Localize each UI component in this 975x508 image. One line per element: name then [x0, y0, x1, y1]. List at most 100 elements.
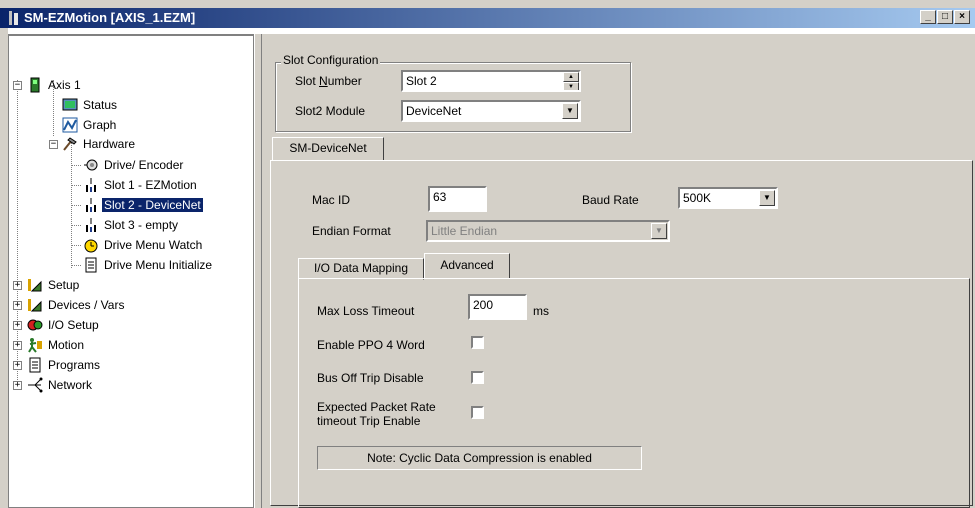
spin-up-icon[interactable]: ▲ — [563, 72, 579, 82]
slot-icon — [86, 198, 96, 212]
encoder-icon — [84, 159, 98, 171]
tree-item-label: Graph — [83, 118, 117, 132]
spin-down-icon[interactable]: ▼ — [563, 82, 579, 90]
tree-item-label: Programs — [48, 358, 101, 372]
configuration-pane: Slot Configuration Slot Number Slot 2 ▲ … — [262, 34, 975, 508]
mac-id-input[interactable]: 63 — [428, 186, 487, 212]
tree-item-slot-1[interactable]: Slot 1 - EZMotion — [83, 177, 199, 195]
tree-item-label: Drive Menu Initialize — [104, 258, 213, 272]
expand-programs-button[interactable]: + — [13, 361, 22, 370]
tree-item-label: Hardware — [83, 137, 136, 151]
tree-item-axis-1[interactable]: Axis 1 — [27, 77, 83, 95]
tree-item-graph[interactable]: Graph — [62, 117, 118, 135]
app-icon — [9, 11, 18, 25]
tree-item-drive-encoder[interactable]: Drive/ Encoder — [83, 157, 185, 175]
tree-line — [71, 185, 81, 186]
status-icon — [62, 98, 78, 111]
slot-configuration-label: Slot Configuration — [281, 53, 381, 67]
expand-devices-button[interactable]: + — [13, 301, 22, 310]
slot-icon — [86, 218, 96, 232]
application-window: SM-EZMotion [AXIS_1.EZM] _ □ × − Axis 1 … — [0, 0, 975, 508]
endian-format-dropdown[interactable]: Little Endian ▼ — [426, 220, 670, 242]
expand-io-setup-button[interactable]: + — [13, 321, 22, 330]
pane-splitter[interactable] — [254, 34, 262, 508]
tree-item-label: Drive Menu Watch — [104, 238, 203, 252]
expected-packet-rate-checkbox[interactable] — [471, 406, 484, 419]
hardware-icon — [63, 137, 77, 151]
tree-item-network[interactable]: Network — [27, 377, 94, 395]
chevron-down-icon: ▼ — [651, 223, 667, 239]
max-loss-timeout-label: Max Loss Timeout — [317, 304, 415, 318]
tree-line — [71, 265, 81, 266]
programs-icon — [29, 357, 41, 373]
tab-sm-devicenet[interactable]: SM-DeviceNet — [272, 137, 384, 161]
tree-line — [71, 205, 81, 206]
tree-item-devices-vars[interactable]: Devices / Vars — [27, 297, 126, 315]
collapse-axis-button[interactable]: − — [13, 81, 22, 90]
bus-off-trip-disable-label: Bus Off Trip Disable — [317, 371, 424, 385]
tree-line — [71, 245, 81, 246]
enable-ppo4-word-label: Enable PPO 4 Word — [317, 338, 425, 352]
tree-item-label: Slot 1 - EZMotion — [104, 178, 197, 192]
slot-number-value: Slot 2 — [406, 74, 437, 88]
motion-icon — [28, 338, 42, 353]
minimize-button[interactable]: _ — [920, 10, 936, 24]
tree-item-label: Drive/ Encoder — [104, 158, 184, 172]
io-icon — [27, 319, 43, 331]
tree-item-hardware[interactable]: Hardware — [62, 136, 137, 154]
tree-item-label: Status — [83, 98, 118, 112]
tab-advanced[interactable]: Advanced — [424, 253, 510, 279]
network-icon — [28, 377, 43, 393]
tree-item-drive-menu-initialize[interactable]: Drive Menu Initialize — [83, 257, 214, 275]
tree-item-label: Motion — [48, 338, 85, 352]
tree-item-label: Axis 1 — [48, 78, 81, 92]
baud-rate-dropdown[interactable]: 500K ▼ — [678, 187, 778, 209]
tree-item-programs[interactable]: Programs — [27, 357, 102, 375]
graph-icon — [62, 117, 78, 133]
watch-icon — [84, 239, 98, 253]
chevron-down-icon[interactable]: ▼ — [562, 103, 578, 119]
expand-setup-button[interactable]: + — [13, 281, 22, 290]
slot-number-spinner[interactable]: Slot 2 ▲ ▼ — [401, 70, 581, 92]
slot-number-label: Slot Number — [295, 74, 362, 88]
setup-icon — [28, 279, 42, 292]
tree-item-label: I/O Setup — [48, 318, 99, 332]
navigation-tree[interactable]: − Axis 1 Status Graph − Hardware Drive/ … — [8, 34, 254, 508]
tree-item-motion[interactable]: Motion — [27, 337, 86, 355]
window-title: SM-EZMotion [AXIS_1.EZM] — [24, 10, 196, 25]
collapse-hardware-button[interactable]: − — [49, 140, 58, 149]
baud-rate-value: 500K — [683, 191, 712, 205]
tree-item-drive-menu-watch[interactable]: Drive Menu Watch — [83, 237, 204, 255]
window-border — [0, 28, 8, 508]
tree-item-io-setup[interactable]: I/O Setup — [27, 317, 101, 335]
expand-motion-button[interactable]: + — [13, 341, 22, 350]
tree-item-slot-2[interactable]: Slot 2 - DeviceNet — [83, 197, 203, 215]
tree-line — [71, 165, 81, 166]
baud-rate-label: Baud Rate — [582, 193, 639, 207]
expected-packet-rate-label: Expected Packet Rate timeout Trip Enable — [317, 400, 436, 428]
chevron-down-icon[interactable]: ▼ — [759, 190, 775, 206]
maximize-button[interactable]: □ — [937, 10, 953, 24]
max-loss-timeout-unit: ms — [533, 304, 549, 318]
tree-item-status[interactable]: Status — [62, 97, 119, 115]
tree-item-slot-3[interactable]: Slot 3 - empty — [83, 217, 180, 235]
title-bar[interactable]: SM-EZMotion [AXIS_1.EZM] _ □ × — [0, 8, 975, 28]
tree-item-label: Slot 2 - DeviceNet — [102, 198, 203, 212]
compression-note: Note: Cyclic Data Compression is enabled — [317, 446, 642, 470]
endian-format-label: Endian Format — [312, 224, 391, 238]
enable-ppo4-word-checkbox[interactable] — [471, 336, 484, 349]
mac-id-label: Mac ID — [312, 193, 351, 207]
expand-network-button[interactable]: + — [13, 381, 22, 390]
tab-io-data-mapping[interactable]: I/O Data Mapping — [298, 258, 424, 280]
slot-number-spin-buttons[interactable]: ▲ ▼ — [563, 72, 579, 90]
endian-format-value: Little Endian — [431, 224, 498, 238]
slot2-module-dropdown[interactable]: DeviceNet ▼ — [401, 100, 581, 122]
close-button[interactable]: × — [954, 10, 970, 24]
tree-item-setup[interactable]: Setup — [27, 277, 81, 295]
slot2-module-value: DeviceNet — [406, 104, 462, 118]
tree-item-label: Slot 3 - empty — [104, 218, 179, 232]
bus-off-trip-disable-checkbox[interactable] — [471, 371, 484, 384]
max-loss-timeout-input[interactable]: 200 — [468, 294, 527, 320]
axis-icon — [30, 77, 40, 93]
tree-item-label: Devices / Vars — [48, 298, 125, 312]
